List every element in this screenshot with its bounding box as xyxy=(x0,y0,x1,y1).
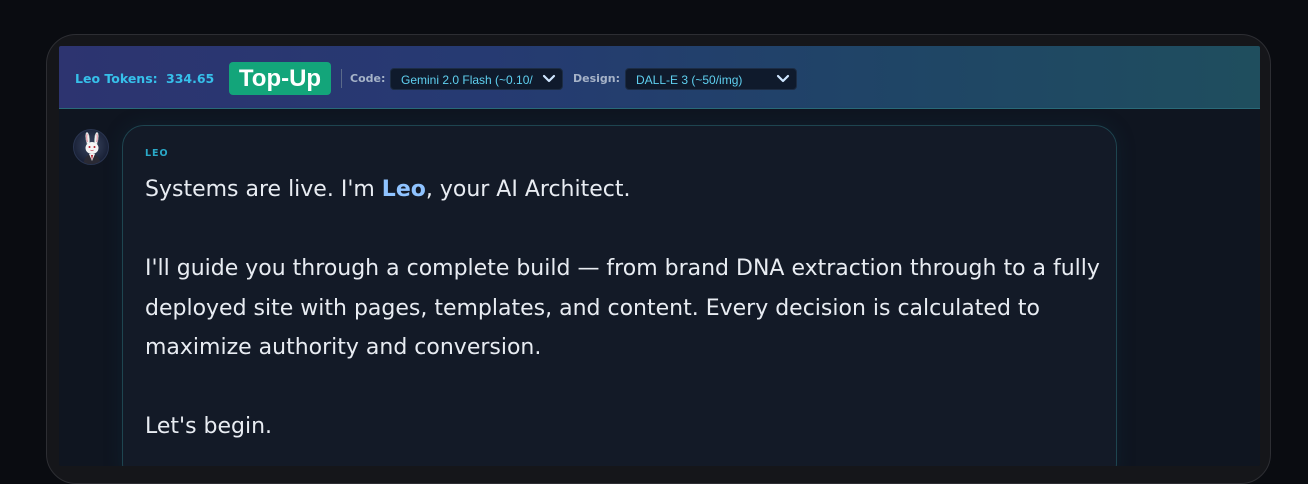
tokens-label: Leo Tokens: xyxy=(75,71,158,86)
design-model-value: DALL-E 3 (~50/img) xyxy=(636,73,743,87)
top-up-button[interactable]: Top-Up xyxy=(229,62,331,95)
design-model-select[interactable]: DALL-E 3 (~50/img) xyxy=(625,68,797,90)
code-model-select[interactable]: Gemini 2.0 Flash (~0.10/ xyxy=(390,68,563,90)
assistant-message-bubble: LEO Systems are live. I'm Leo, your AI A… xyxy=(122,125,1117,466)
code-model-label: Code: xyxy=(350,72,386,85)
intro-text: Systems are live. I'm xyxy=(145,177,382,202)
intro-text-end: , your AI Architect. xyxy=(425,177,631,202)
app-screen: Leo Tokens: 334.65 Top-Up Code: Gemini 2… xyxy=(59,46,1260,466)
message-paragraph: I'll guide you through a complete build … xyxy=(145,256,1100,360)
message-intro: Systems are live. I'm Leo, your AI Archi… xyxy=(145,170,1105,210)
message-closing: Let's begin. xyxy=(145,414,273,439)
chevron-down-icon xyxy=(776,74,790,83)
assistant-name: Leo xyxy=(381,177,426,202)
tokens-balance: 334.65 xyxy=(166,71,215,86)
message-body: Systems are live. I'm Leo, your AI Archi… xyxy=(145,170,1105,447)
top-bar: Leo Tokens: 334.65 Top-Up Code: Gemini 2… xyxy=(59,46,1260,109)
rabbit-avatar-icon xyxy=(73,129,109,165)
divider xyxy=(341,69,342,88)
chevron-down-icon xyxy=(542,74,556,83)
message-sender: LEO xyxy=(145,148,169,159)
code-model-value: Gemini 2.0 Flash (~0.10/ xyxy=(401,73,533,87)
design-model-label: Design: xyxy=(573,72,621,85)
